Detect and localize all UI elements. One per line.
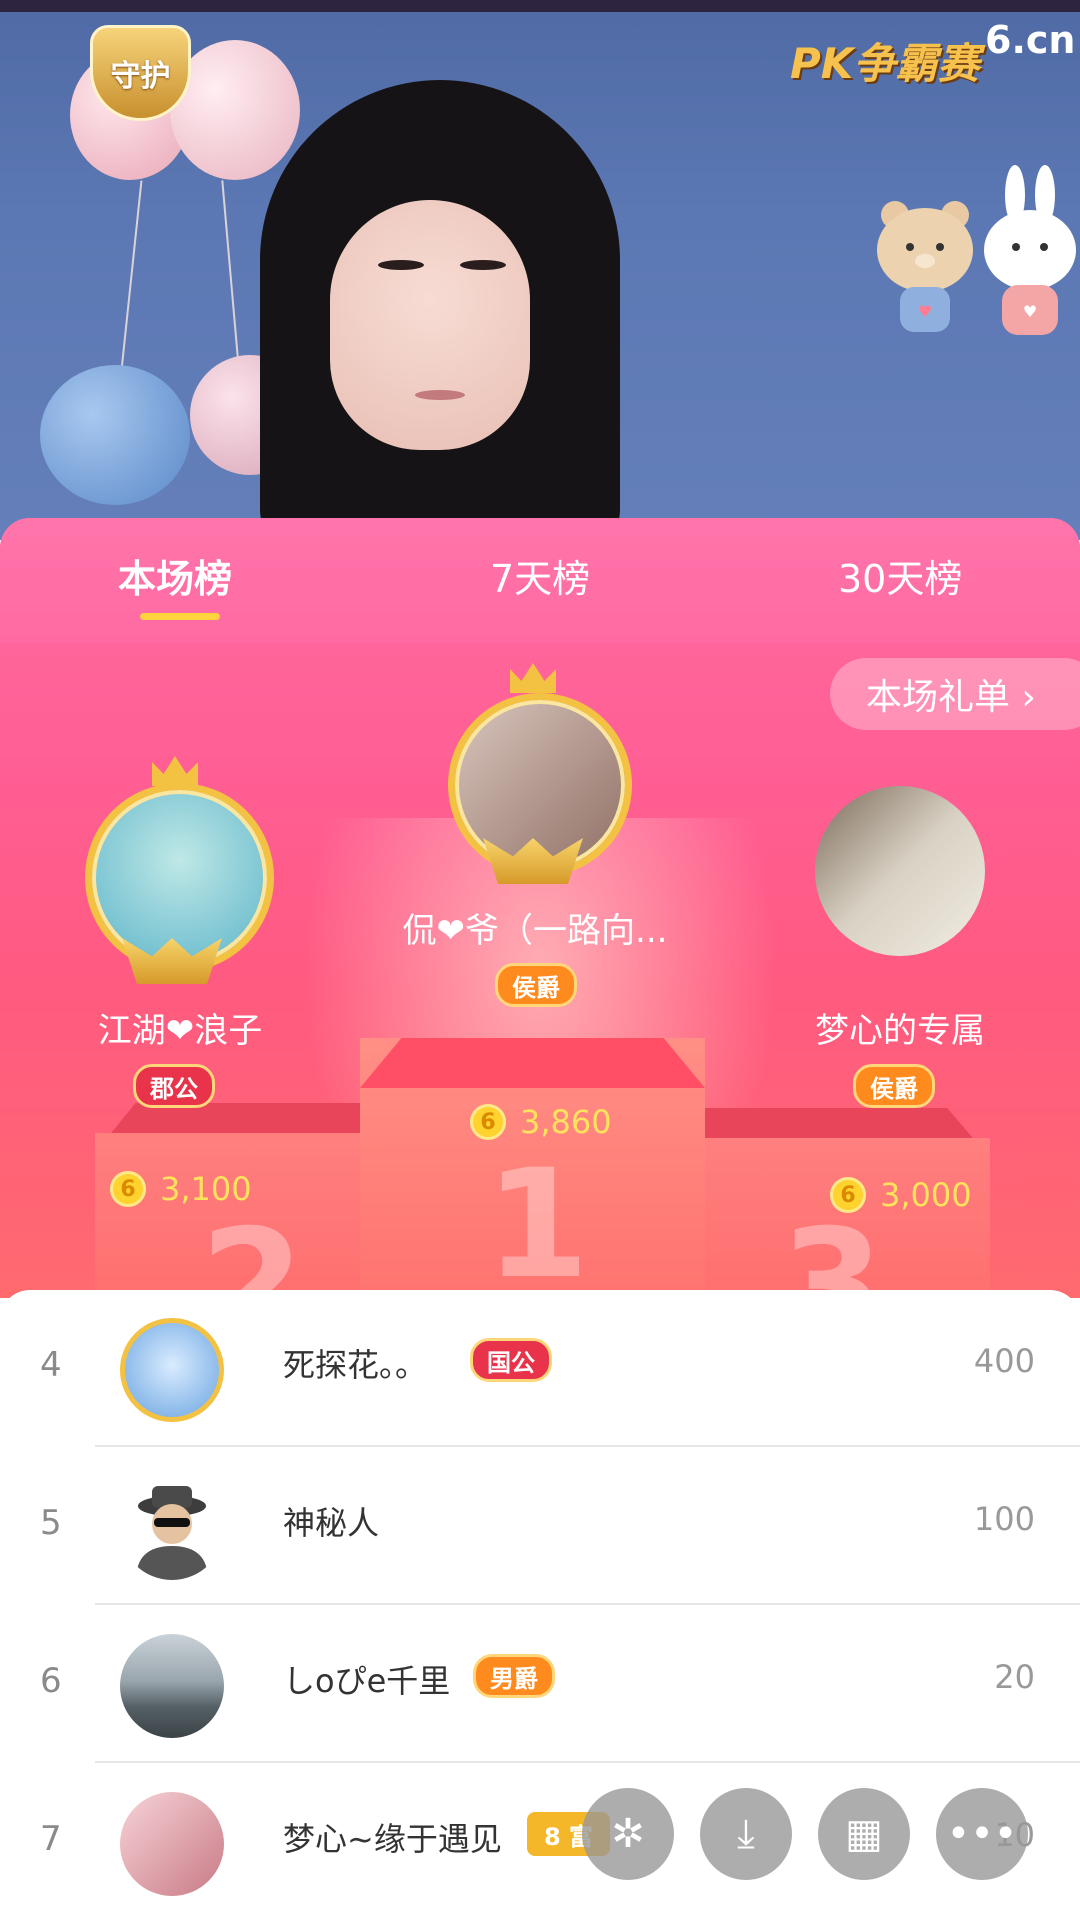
list-item[interactable]: 5 神秘人 100	[0, 1448, 1080, 1606]
tab-this-show[interactable]: 本场榜	[118, 548, 232, 603]
coin-icon: 6	[470, 1104, 506, 1140]
third-place-rank-badge: 侯爵	[853, 1064, 935, 1108]
first-place-score: 6 3,860	[470, 1103, 612, 1141]
more-icon[interactable]: •••	[936, 1788, 1028, 1880]
balloon	[40, 365, 190, 505]
streamer-face	[330, 200, 530, 450]
ranking-tabs: 本场榜 7天榜 30天榜	[0, 518, 1080, 643]
live-stream-video[interactable]: ♥ ♥ 守护 PK争霸赛 6.cn	[0, 0, 1080, 540]
streamer-eye	[378, 260, 424, 270]
list-item-avatar	[120, 1318, 224, 1422]
second-place-score-value: 3,100	[160, 1170, 252, 1208]
divider	[95, 1445, 1080, 1447]
list-item-name: 神秘人	[283, 1504, 380, 1542]
mystery-person-icon	[136, 1486, 208, 1580]
list-item[interactable]: 4 死探花。。 国公 400	[0, 1290, 1080, 1448]
brand-logo: 6.cn	[985, 18, 1076, 62]
list-item[interactable]: 6 しoぴe千里 男爵 20	[0, 1606, 1080, 1764]
third-place-score-value: 3,000	[880, 1176, 972, 1214]
list-item-score: 100	[973, 1500, 1035, 1538]
crown-icon	[152, 756, 198, 786]
pk-contest-badge[interactable]: PK争霸赛	[790, 30, 979, 91]
sparkle-icon[interactable]: ✲	[582, 1788, 674, 1880]
coin-icon: 6	[830, 1177, 866, 1213]
second-place-avatar[interactable]	[85, 783, 274, 972]
crown-icon	[510, 663, 556, 693]
svg-text:♥: ♥	[1023, 302, 1037, 321]
divider	[95, 1761, 1080, 1763]
streamer-mouth	[415, 390, 465, 400]
list-item-name: 死探花。。	[283, 1346, 428, 1384]
second-place-name: 江湖❤浪子	[97, 1011, 263, 1051]
second-place-rank-badge: 郡公	[133, 1064, 215, 1108]
ranking-panel: 本场榜 7天榜 30天榜 本场礼单 › 1 2 3 侃❤爷（一路向... 侯爵 …	[0, 518, 1080, 1298]
divider	[95, 1603, 1080, 1605]
third-place-avatar[interactable]	[815, 786, 985, 956]
ranking-list: 4 死探花。。 国公 400 5 神秘人 100 6 しoぴe千里 男爵 20 …	[0, 1290, 1080, 1920]
bunny-sticker: ♥	[984, 165, 1076, 335]
svg-text:♥: ♥	[918, 302, 932, 321]
download-icon[interactable]: ⤓	[700, 1788, 792, 1880]
first-place-name: 侃❤爷（一路向...	[402, 911, 668, 951]
list-item-avatar	[120, 1792, 224, 1896]
list-item-score: 20	[994, 1658, 1035, 1696]
balloon-string	[221, 180, 241, 380]
first-place-rank-badge: 侯爵	[495, 963, 577, 1007]
list-item-rank: 4	[40, 1345, 62, 1385]
gift-list-button[interactable]: 本场礼单 ›	[830, 658, 1080, 730]
grid-icon[interactable]: ▦	[818, 1788, 910, 1880]
streamer	[260, 80, 620, 540]
podium-number-2: 2	[200, 1198, 305, 1298]
list-item-rank-badge: 国公	[470, 1338, 552, 1382]
list-item-rank-badge: 男爵	[473, 1654, 555, 1698]
list-item-name: 梦心~缘于遇见	[283, 1820, 502, 1858]
bear-sticker: ♥	[877, 201, 973, 332]
guard-badge[interactable]: 守护	[90, 25, 191, 121]
active-tab-indicator	[140, 613, 220, 620]
list-item-rank: 5	[40, 1503, 62, 1543]
list-item-rank: 7	[40, 1819, 62, 1859]
tab-30-days[interactable]: 30天榜	[838, 548, 962, 603]
list-item-rank: 6	[40, 1661, 62, 1701]
first-place-score-value: 3,860	[520, 1103, 612, 1141]
third-place-score: 6 3,000	[830, 1176, 972, 1214]
status-bar-strip	[0, 0, 1080, 12]
list-item-name: しoぴe千里	[283, 1662, 451, 1700]
podium-number-1: 1	[485, 1138, 590, 1298]
streamer-eye	[460, 260, 506, 270]
coin-icon: 6	[110, 1171, 146, 1207]
list-item-score: 400	[973, 1342, 1035, 1380]
third-place-name: 梦心的专属	[815, 1011, 985, 1051]
list-item[interactable]: 7 梦心~缘于遇见 8 富 10	[0, 1764, 1080, 1922]
list-item-avatar	[120, 1476, 224, 1580]
balloon-string	[119, 180, 143, 380]
podium-first-top	[360, 1038, 705, 1088]
list-item-avatar	[120, 1634, 224, 1738]
tab-7-days[interactable]: 7天榜	[490, 548, 590, 603]
second-place-score: 6 3,100	[110, 1170, 252, 1208]
